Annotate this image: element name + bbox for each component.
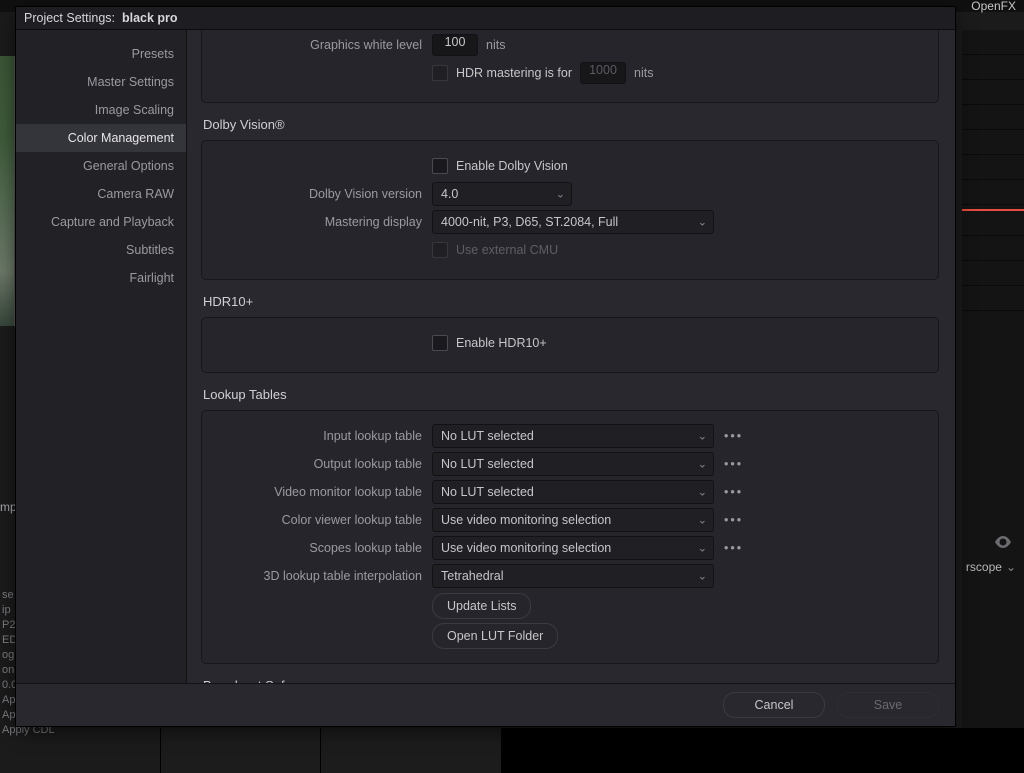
dolby-version-label: Dolby Vision version: [216, 187, 432, 201]
enable-hdr10-label: Enable HDR10+: [456, 336, 547, 350]
bg-right-column: [962, 30, 1024, 773]
settings-sidebar: Presets Master Settings Image Scaling Co…: [16, 30, 187, 683]
hdr-mastering-for-checkbox[interactable]: [432, 65, 448, 81]
enable-dolby-checkbox[interactable]: [432, 158, 448, 174]
input-lut-more-icon[interactable]: •••: [724, 429, 743, 443]
panel-dolby: Enable Dolby Vision Dolby Vision version…: [201, 140, 939, 280]
scopes-lut-more-icon[interactable]: •••: [724, 541, 743, 555]
panel-hdr10: Enable HDR10+: [201, 317, 939, 373]
chevron-down-icon: ⌄: [698, 458, 707, 471]
mastering-display-select[interactable]: 4000-nit, P3, D65, ST.2084, Full ⌄: [432, 210, 714, 234]
graphics-white-level-input[interactable]: 100: [432, 34, 478, 56]
bg-thumbnail: [0, 56, 15, 326]
sidebar-item-presets[interactable]: Presets: [16, 40, 186, 68]
scopes-lut-value: Use video monitoring selection: [441, 541, 611, 555]
modal-titlebar[interactable]: Project Settings: black pro: [16, 7, 955, 30]
viewer-lut-more-icon[interactable]: •••: [724, 513, 743, 527]
sidebar-item-fairlight[interactable]: Fairlight: [16, 264, 186, 292]
bg-panel-split2: [320, 728, 321, 773]
settings-scroll[interactable]: Graphics white level 100 nits HDR master…: [201, 30, 945, 683]
external-cmu-label: Use external CMU: [456, 243, 558, 257]
modal-project-name: black pro: [122, 11, 178, 25]
scopes-lut-label: Scopes lookup table: [216, 541, 432, 555]
sidebar-item-image-scaling[interactable]: Image Scaling: [16, 96, 186, 124]
interp-select[interactable]: Tetrahedral ⌄: [432, 564, 714, 588]
settings-content: Graphics white level 100 nits HDR master…: [187, 30, 955, 683]
chevron-down-icon: ⌄: [1006, 560, 1016, 574]
scopes-lut-select[interactable]: Use video monitoring selection ⌄: [432, 536, 714, 560]
chevron-down-icon: ⌄: [698, 514, 707, 527]
modal-footer: Cancel Save: [16, 683, 955, 726]
rscope-dropdown[interactable]: rscope ⌄: [966, 560, 1016, 574]
modal-title-prefix: Project Settings:: [24, 11, 115, 25]
section-title-dolby: Dolby Vision®: [203, 117, 939, 132]
monitor-lut-select[interactable]: No LUT selected ⌄: [432, 480, 714, 504]
sidebar-item-capture-playback[interactable]: Capture and Playback: [16, 208, 186, 236]
hdr-mastering-for-label: HDR mastering is for: [456, 66, 572, 80]
graphics-white-level-label: Graphics white level: [216, 38, 432, 52]
hdr-mastering-for-input: 1000: [580, 62, 626, 84]
section-title-lut: Lookup Tables: [203, 387, 939, 402]
rscope-label: rscope: [966, 560, 1002, 574]
section-title-hdr10: HDR10+: [203, 294, 939, 309]
interp-value: Tetrahedral: [441, 569, 504, 583]
sidebar-item-master-settings[interactable]: Master Settings: [16, 68, 186, 96]
input-lut-value: No LUT selected: [441, 429, 534, 443]
monitor-lut-value: No LUT selected: [441, 485, 534, 499]
sidebar-item-general-options[interactable]: General Options: [16, 152, 186, 180]
monitor-lut-label: Video monitor lookup table: [216, 485, 432, 499]
chevron-down-icon: ⌄: [698, 542, 707, 555]
viewer-lut-select[interactable]: Use video monitoring selection ⌄: [432, 508, 714, 532]
panel-prev-tail: Graphics white level 100 nits HDR master…: [201, 30, 939, 103]
mastering-display-value: 4000-nit, P3, D65, ST.2084, Full: [441, 215, 618, 229]
graphics-white-level-unit: nits: [486, 38, 505, 52]
openfx-label: OpenFX: [971, 0, 1016, 13]
app-root: OpenFX mp se ip P2 EDI og on 0.00 Ap Ap …: [0, 0, 1024, 773]
output-lut-more-icon[interactable]: •••: [724, 457, 743, 471]
sidebar-item-subtitles[interactable]: Subtitles: [16, 236, 186, 264]
project-settings-modal: Project Settings: black pro Presets Mast…: [15, 6, 956, 727]
update-lists-button[interactable]: Update Lists: [432, 593, 531, 619]
open-lut-folder-button[interactable]: Open LUT Folder: [432, 623, 558, 649]
visibility-icon[interactable]: [994, 535, 1012, 551]
bg-scope: [500, 728, 1024, 773]
section-title-broadcast: Broadcast Safe: [203, 678, 939, 683]
input-lut-label: Input lookup table: [216, 429, 432, 443]
dolby-version-value: 4.0: [441, 187, 458, 201]
viewer-lut-value: Use video monitoring selection: [441, 513, 611, 527]
external-cmu-checkbox: [432, 242, 448, 258]
output-lut-select[interactable]: No LUT selected ⌄: [432, 452, 714, 476]
chevron-down-icon: ⌄: [556, 188, 565, 201]
dolby-version-select[interactable]: 4.0 ⌄: [432, 182, 572, 206]
panel-lut: Input lookup table No LUT selected⌄ ••• …: [201, 410, 939, 664]
sidebar-item-camera-raw[interactable]: Camera RAW: [16, 180, 186, 208]
enable-dolby-label: Enable Dolby Vision: [456, 159, 568, 173]
monitor-lut-more-icon[interactable]: •••: [724, 485, 743, 499]
bg-panel-split: [160, 728, 502, 773]
enable-hdr10-checkbox[interactable]: [432, 335, 448, 351]
cancel-button[interactable]: Cancel: [723, 692, 825, 718]
interp-label: 3D lookup table interpolation: [216, 569, 432, 583]
chevron-down-icon: ⌄: [698, 486, 707, 499]
sidebar-item-color-management[interactable]: Color Management: [16, 124, 186, 152]
input-lut-select[interactable]: No LUT selected ⌄: [432, 424, 714, 448]
modal-body: Presets Master Settings Image Scaling Co…: [16, 30, 955, 683]
chevron-down-icon: ⌄: [698, 570, 707, 583]
chevron-down-icon: ⌄: [698, 430, 707, 443]
viewer-lut-label: Color viewer lookup table: [216, 513, 432, 527]
save-button[interactable]: Save: [837, 692, 939, 718]
output-lut-label: Output lookup table: [216, 457, 432, 471]
chevron-down-icon: ⌄: [698, 216, 707, 229]
hdr-mastering-for-unit: nits: [634, 66, 653, 80]
output-lut-value: No LUT selected: [441, 457, 534, 471]
mastering-display-label: Mastering display: [216, 215, 432, 229]
